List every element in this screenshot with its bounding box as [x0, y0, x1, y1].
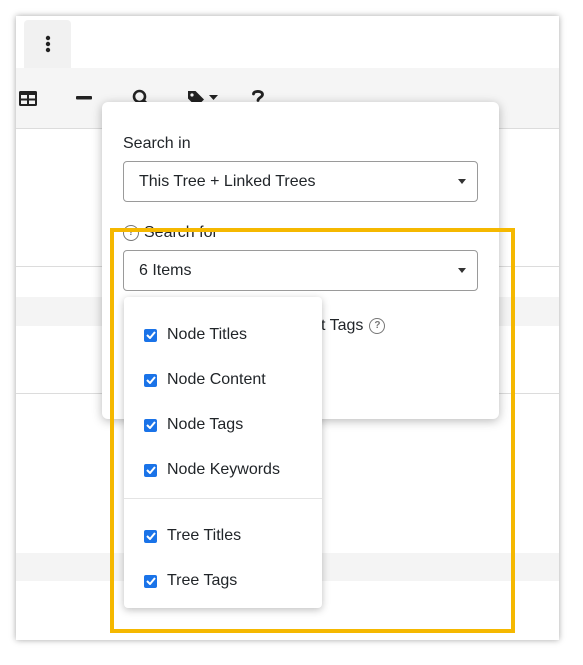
collapse-button[interactable]	[72, 68, 96, 128]
tab-bar	[16, 16, 559, 68]
dropdown-item-label: Node Content	[167, 371, 266, 388]
search-in-select[interactable]: This Tree + Linked Trees	[123, 161, 478, 202]
question-circle-icon[interactable]: ?	[369, 318, 386, 334]
dropdown-item-label: Tree Titles	[167, 527, 242, 544]
search-for-select[interactable]: 6 Items	[123, 250, 478, 291]
more-menu-tab[interactable]	[24, 20, 71, 68]
dropdown-item-label: Tree Tags	[167, 572, 238, 589]
dropdown-item-node-titles[interactable]: Node Titles	[144, 323, 247, 347]
chevron-down-icon	[458, 179, 466, 184]
checkbox-checked-icon[interactable]	[144, 574, 157, 588]
dropdown-item-label: Node Keywords	[167, 461, 280, 478]
table-icon	[19, 90, 37, 106]
search-in-value: This Tree + Linked Trees	[139, 172, 316, 190]
partial-tags-label: t Tags	[321, 317, 364, 334]
dropdown-item-node-content[interactable]: Node Content	[144, 368, 266, 392]
dropdown-item-node-tags[interactable]: Node Tags	[144, 413, 243, 437]
minus-icon	[76, 96, 92, 100]
dropdown-item-label: Node Titles	[167, 326, 248, 343]
search-for-label: Search for	[144, 224, 218, 241]
vertical-ellipsis-icon	[45, 35, 50, 53]
question-circle-icon[interactable]: ?	[123, 225, 139, 241]
search-in-label: Search in	[123, 135, 191, 152]
dropdown-item-tree-tags[interactable]: Tree Tags	[144, 569, 237, 593]
dropdown-item-tree-titles[interactable]: Tree Titles	[144, 524, 241, 548]
dropdown-item-node-keywords[interactable]: Node Keywords	[144, 458, 280, 482]
chevron-down-icon	[208, 95, 218, 100]
checkbox-checked-icon[interactable]	[144, 418, 157, 432]
dropdown-divider	[124, 498, 322, 499]
checkbox-checked-icon[interactable]	[144, 328, 157, 342]
checkbox-checked-icon[interactable]	[144, 529, 157, 543]
search-for-heading: ? Search for	[123, 224, 218, 242]
checkbox-checked-icon[interactable]	[144, 373, 157, 387]
table-view-button[interactable]	[16, 68, 40, 128]
search-for-dropdown-menu: Node Titles Node Content Node Tags Node …	[124, 297, 322, 608]
chevron-down-icon	[458, 268, 466, 273]
dropdown-item-label: Node Tags	[167, 416, 244, 433]
partial-tags-option: t Tags ?	[321, 317, 386, 335]
search-for-value: 6 Items	[139, 261, 192, 279]
checkbox-checked-icon[interactable]	[144, 463, 157, 477]
